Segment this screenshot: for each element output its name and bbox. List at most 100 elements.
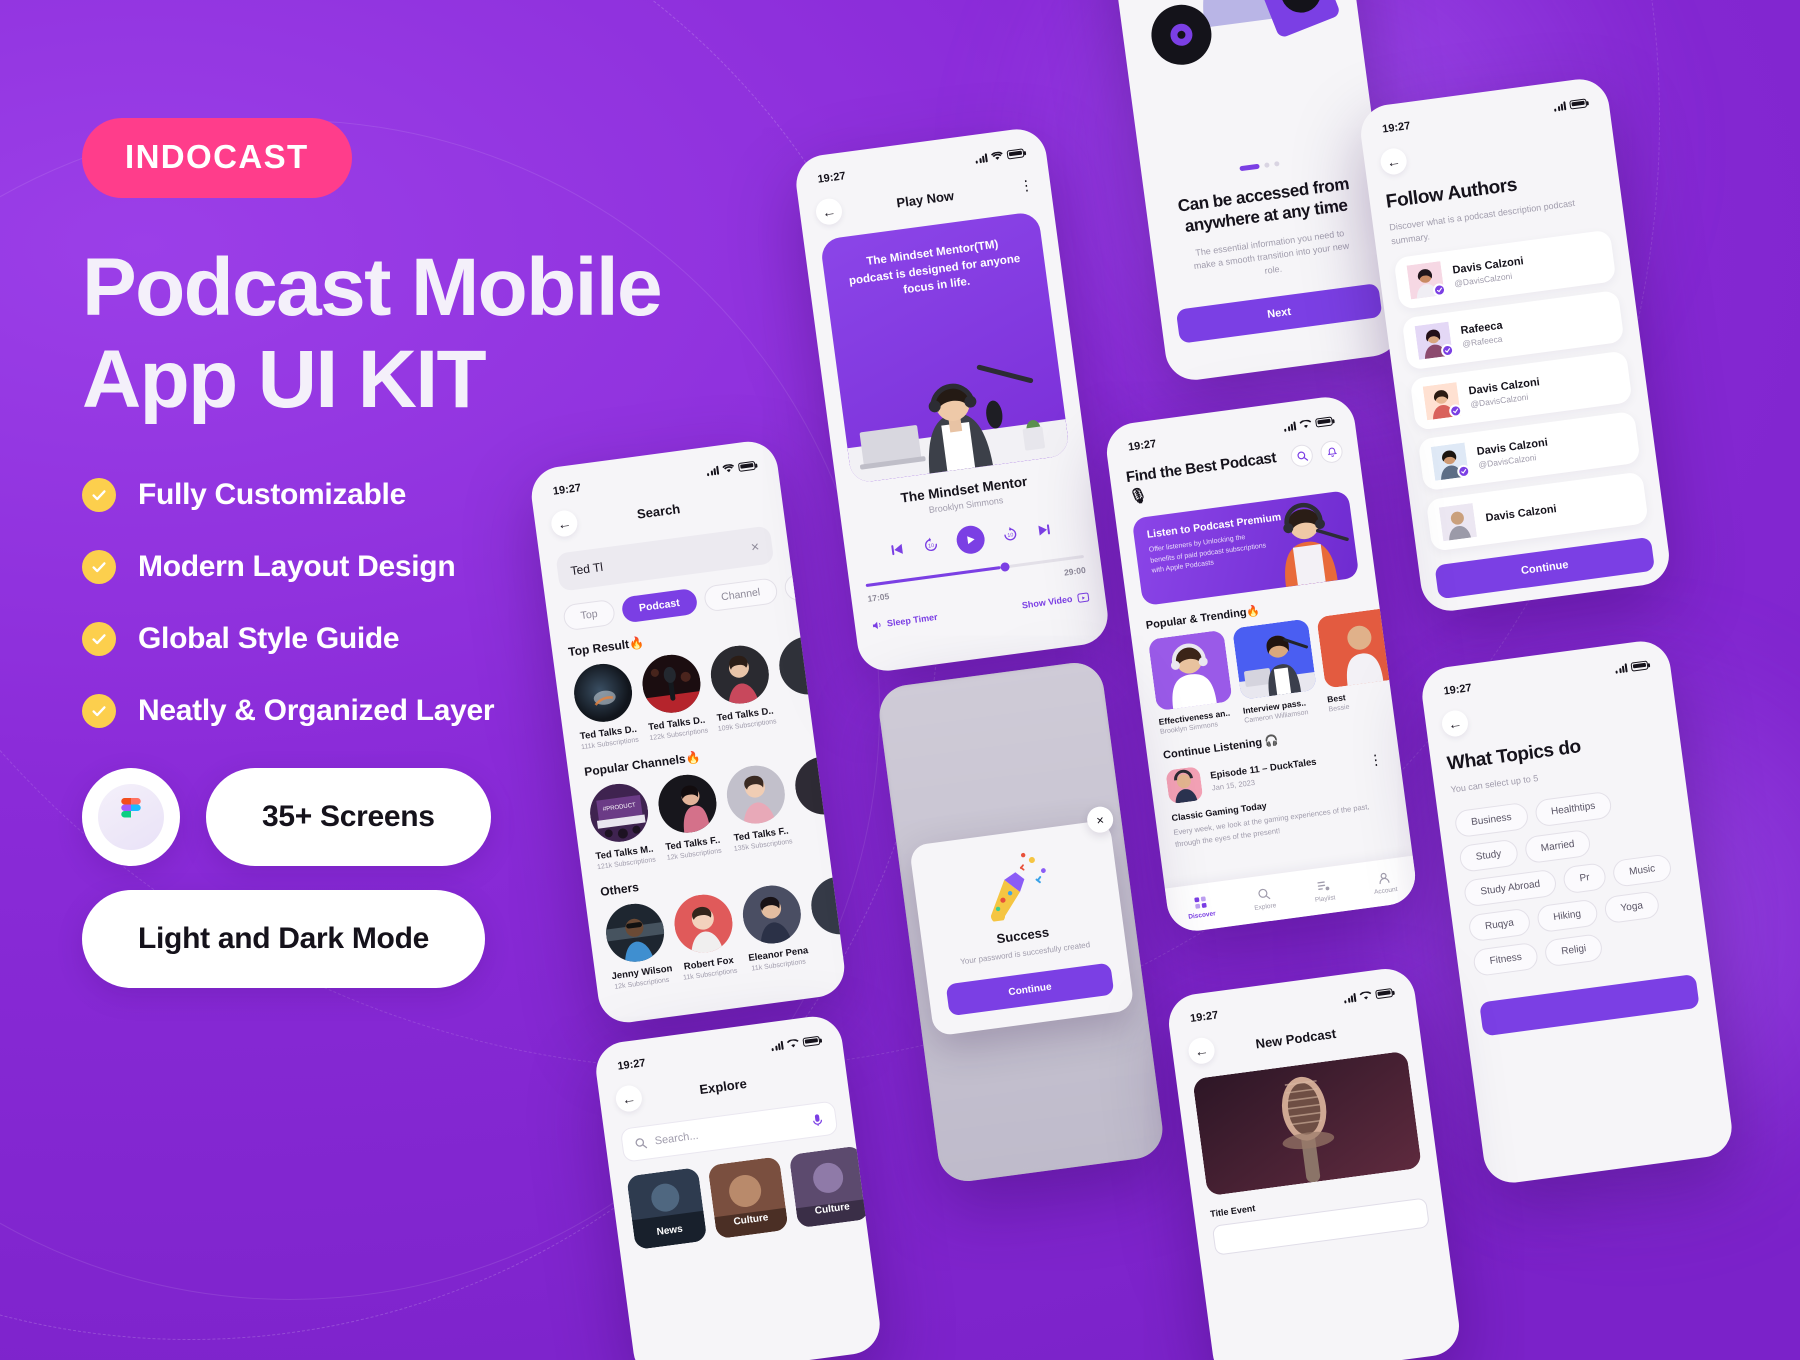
screens-badge: 35+ Screens [206, 767, 491, 866]
headline-line-2: App UI KIT [82, 333, 487, 425]
status-icons [975, 147, 1025, 164]
episode-thumbnail [1165, 766, 1204, 805]
podcast-cards: Effectiveness an.. Brooklyn Simmons Inte… [1147, 607, 1402, 736]
avatar [1430, 442, 1472, 481]
verified-icon [1456, 463, 1472, 479]
feature-label: Modern Layout Design [138, 549, 456, 583]
mic-icon[interactable] [810, 1112, 824, 1127]
tab-discover[interactable]: Discover [1186, 894, 1216, 920]
check-icon [82, 477, 116, 512]
back-button[interactable]: ← [1379, 146, 1409, 177]
search-icon[interactable] [1289, 443, 1315, 469]
status-icons [1615, 659, 1649, 674]
topic-chip[interactable]: Yoga [1602, 890, 1661, 925]
category-card[interactable]: Culture [788, 1145, 870, 1229]
rewind-10-icon[interactable]: 10 [922, 536, 940, 554]
topics-continue-button[interactable] [1479, 973, 1700, 1037]
time-total: 29:00 [1063, 564, 1087, 578]
play-button[interactable] [954, 524, 987, 556]
forward-10-icon[interactable]: 10 [1001, 525, 1019, 543]
topic-chip[interactable]: Pr [1562, 861, 1608, 895]
battery-icon [1314, 415, 1334, 428]
status-time: 19:27 [616, 1057, 647, 1073]
category-card[interactable]: Culture [707, 1156, 789, 1240]
topic-chip[interactable]: Religi [1543, 933, 1604, 968]
tab-explore[interactable]: Explore [1252, 886, 1277, 912]
topic-chip[interactable]: Study Abroad [1462, 868, 1558, 908]
show-video-button[interactable]: Show Video [1021, 591, 1090, 612]
tab-account[interactable]: Account [1372, 870, 1398, 896]
topic-chip[interactable]: Fitness [1472, 941, 1540, 977]
header-icons [1289, 439, 1344, 469]
signal-icon [975, 152, 988, 164]
avatar [1438, 502, 1478, 542]
tab-label: Discover [1187, 909, 1217, 921]
grid-icon [1194, 896, 1207, 909]
feature-item: Neatly & Organized Layer [82, 693, 802, 728]
check-icon [82, 693, 116, 728]
check-icon [82, 621, 116, 656]
party-popper-icon [990, 852, 1046, 923]
status-icons [1284, 415, 1334, 432]
episode-menu-icon[interactable]: ⋮ [1368, 750, 1385, 768]
signal-icon [1615, 662, 1628, 674]
svg-text:10: 10 [1007, 532, 1014, 539]
feature-item: Modern Layout Design [82, 549, 802, 584]
dot[interactable] [1264, 162, 1270, 168]
svg-text:10: 10 [928, 543, 935, 550]
topic-chip[interactable]: Ruqya [1467, 907, 1532, 943]
success-modal: × Success Your password is succesfully c… [908, 805, 1135, 1037]
status-time: 19:27 [1127, 437, 1157, 454]
figma-logo-icon [98, 783, 164, 850]
topic-chip[interactable]: Hiking [1535, 898, 1599, 934]
previous-icon[interactable] [888, 541, 906, 559]
promo-photo [1257, 490, 1360, 589]
podcast-cover-image[interactable] [1192, 1050, 1422, 1197]
status-time: 19:27 [1189, 1009, 1219, 1025]
phone-screen-new-podcast: 19:27 ← New Podcast Title Event [1165, 965, 1463, 1360]
feature-label: Global Style Guide [138, 621, 400, 655]
badge-row-2: Light and Dark Mode [82, 889, 802, 988]
headline-line-1: Podcast Mobile [82, 242, 663, 333]
tab-label: Playlist [1314, 893, 1336, 904]
topic-chip[interactable]: Healthtips [1533, 790, 1613, 828]
show-video-label: Show Video [1021, 593, 1074, 611]
avatar [1406, 261, 1447, 300]
progress-knob[interactable] [1000, 561, 1011, 572]
tab-playlist[interactable]: Playlist [1312, 878, 1336, 904]
continue-button[interactable]: Continue [945, 962, 1115, 1017]
dot-active[interactable] [1239, 163, 1260, 172]
badge-row: 35+ Screens [82, 767, 802, 866]
topic-chip[interactable]: Music [1611, 853, 1673, 888]
next-button[interactable]: Next [1175, 282, 1383, 344]
status-icons [1554, 97, 1588, 112]
battery-icon [1630, 659, 1649, 672]
podcast-quote: The Mindset Mentor(TM) podcast is design… [848, 238, 1021, 297]
card-image [1232, 618, 1317, 700]
category-card[interactable]: News [626, 1167, 708, 1250]
topic-chip[interactable]: Married [1523, 828, 1593, 865]
next-icon[interactable] [1035, 521, 1053, 539]
status-time: 19:27 [816, 170, 847, 186]
bell-icon[interactable] [1319, 439, 1344, 465]
back-button[interactable]: ← [1440, 708, 1470, 739]
podcast-card[interactable]: Effectiveness an.. Brooklyn Simmons [1147, 629, 1236, 736]
battery-icon [1006, 147, 1025, 160]
tab-label: Explore [1253, 901, 1277, 912]
screen-title: Play Now [895, 187, 955, 211]
sleep-timer-label: Sleep Timer [886, 611, 939, 629]
promo-banner[interactable]: Listen to Podcast Premium Offer listener… [1131, 489, 1360, 607]
search-icon [1257, 888, 1270, 899]
sleep-timer-button[interactable]: Sleep Timer [870, 611, 938, 631]
topic-chip[interactable]: Business [1453, 801, 1530, 839]
podcast-card[interactable]: Interview pass.. Cameron Williamson [1232, 618, 1320, 725]
battery-icon [1569, 97, 1588, 110]
podcast-hero-card: The Mindset Mentor(TM) podcast is design… [819, 210, 1071, 484]
check-icon [82, 549, 116, 584]
speaker-icon [872, 621, 881, 629]
dot[interactable] [1274, 161, 1280, 167]
avatar [1414, 321, 1455, 360]
topic-chip[interactable]: Study [1458, 838, 1519, 873]
status-time: 19:27 [1442, 682, 1473, 698]
user-icon [1379, 872, 1390, 884]
